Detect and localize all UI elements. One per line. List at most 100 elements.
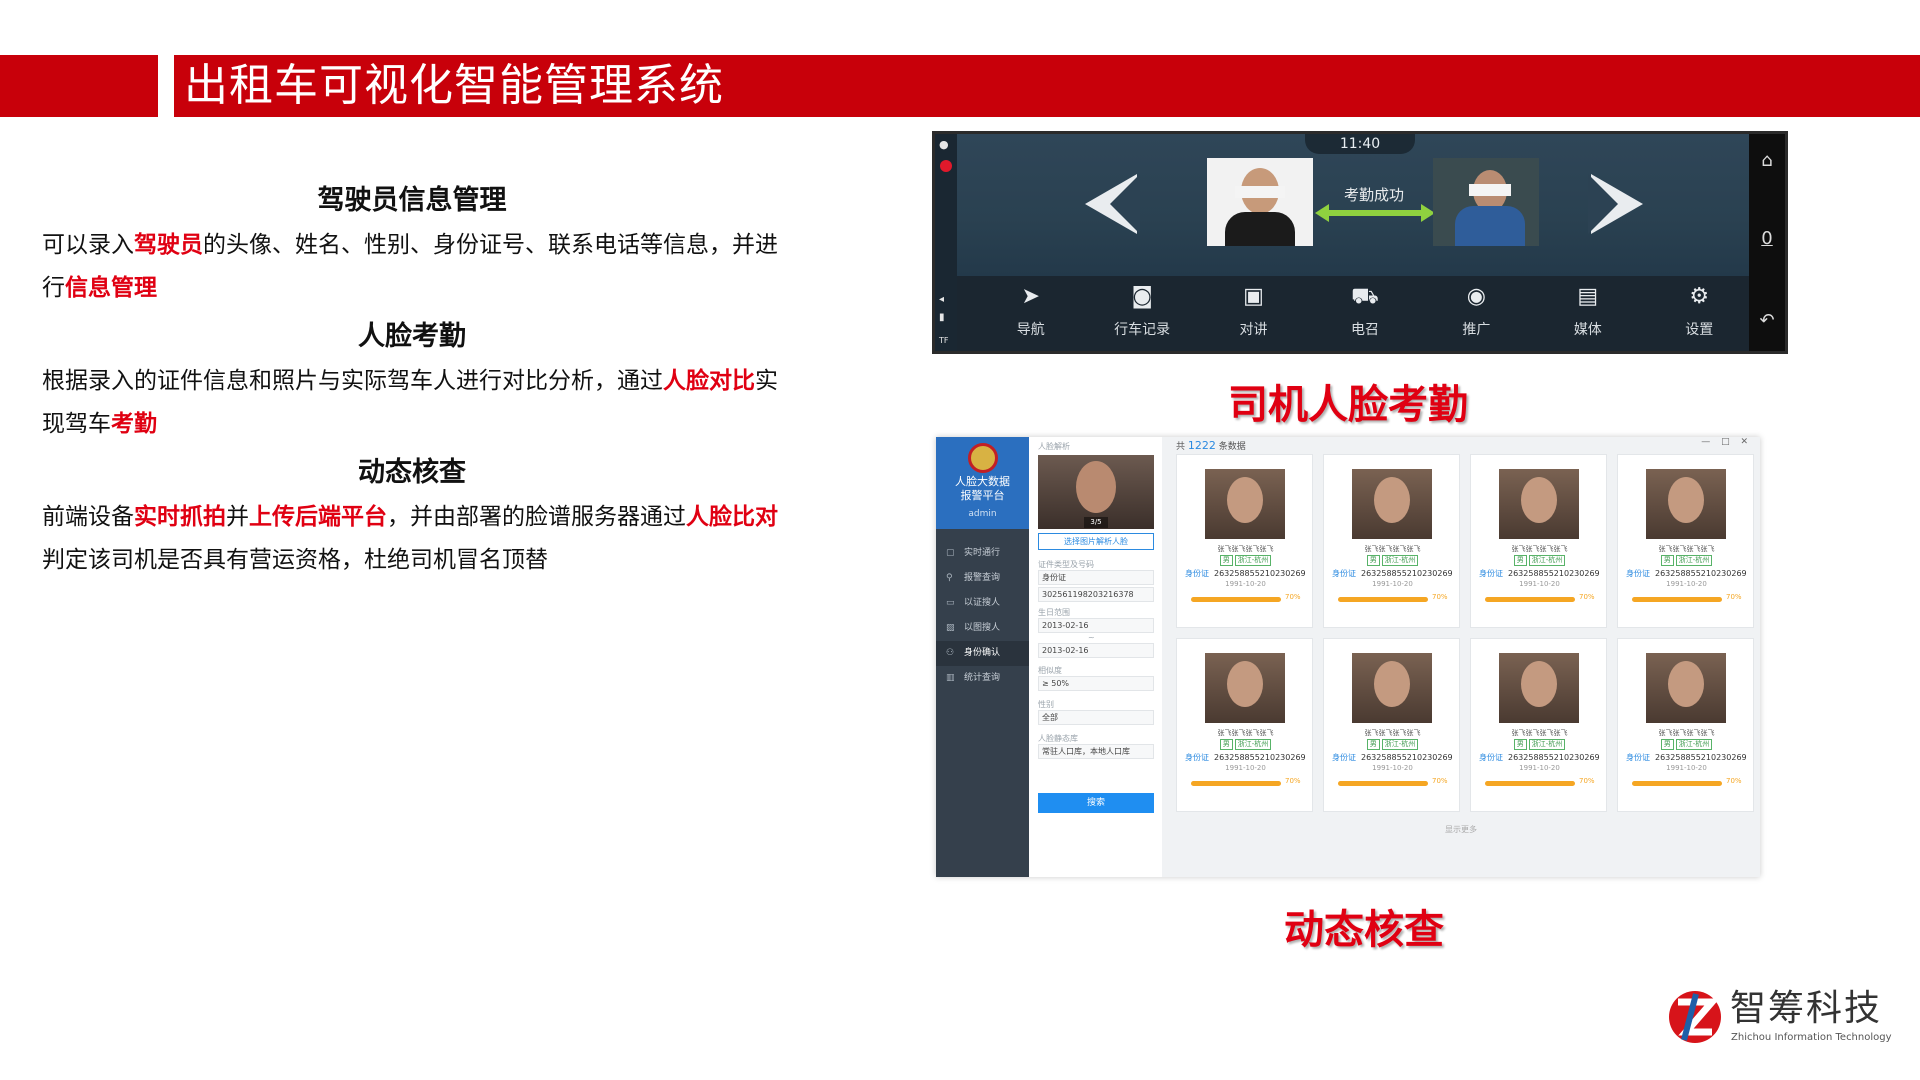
show-more-link[interactable]: 显示更多 — [1162, 824, 1760, 835]
sidebar-item-realtime[interactable]: ▢ 实时通行 — [936, 541, 1029, 566]
similarity-bar — [1338, 781, 1428, 786]
region-tag: 浙江-杭州 — [1381, 739, 1419, 750]
result-card[interactable]: 张飞张飞张飞张飞男浙江-杭州 身份证 263258855210230269 1991-… — [1617, 638, 1754, 812]
privacy-mask — [1469, 184, 1511, 196]
result-card[interactable]: 张飞张飞张飞张飞男浙江-杭州 身份证 263258855210230269 1991-… — [1176, 454, 1313, 628]
result-count: 共 1222 条数据 — [1176, 439, 1246, 452]
result-id: 身份证 263258855210230269 — [1185, 568, 1310, 579]
result-card[interactable]: 张飞张飞张飞张飞男浙江-杭州 身份证 263258855210230269 1991-… — [1470, 638, 1607, 812]
results-panel: 共 1222 条数据 — □ ✕ 张飞张飞张飞张飞男浙江-杭州 身份证 263258… — [1162, 437, 1760, 877]
menu-item-media[interactable]: ▤ 媒体 — [1532, 280, 1643, 351]
window-controls[interactable]: — □ ✕ — [1701, 437, 1752, 447]
highlight-text: 驾驶员 — [134, 232, 203, 258]
result-name: 张飞张飞张飞张飞 — [1217, 729, 1274, 737]
result-name: 张飞张飞张飞张飞 — [1658, 545, 1715, 553]
gender-tag: 男 — [1513, 739, 1527, 750]
company-logo: 智筹科技 Zhichou Information Technology — [1666, 986, 1896, 1056]
result-name: 张飞张飞张飞张飞 — [1217, 545, 1274, 553]
result-face-photo — [1205, 653, 1285, 723]
result-card[interactable]: 张飞张飞张飞张飞男浙江-杭州 身份证 263258855210230269 1991-… — [1470, 454, 1607, 628]
result-birthdate: 1991-10-20 — [1519, 580, 1560, 588]
date-from-input[interactable]: 2013-02-16 — [1038, 618, 1154, 633]
sidebar-item-identity-confirm[interactable]: ⚇ 身份确认 — [936, 641, 1029, 666]
registered-driver-photo — [1207, 158, 1313, 246]
menu-label: 导航 — [1016, 322, 1045, 338]
caption-dynamic-check: 动态核查 — [1284, 907, 1444, 953]
car-status-bar: ● ◂ ▮ TF — [935, 134, 957, 351]
text-run: 前端设备 — [42, 504, 134, 530]
count-prefix: 共 — [1176, 442, 1186, 452]
recording-dot-icon — [940, 160, 952, 172]
media-icon: ▤ — [1577, 284, 1599, 309]
sidebar-item-statistics[interactable]: ▥ 统计查询 — [936, 666, 1029, 691]
menu-item-promotion[interactable]: ◉ 推广 — [1421, 280, 1532, 351]
menu-item-intercom[interactable]: ▣ 对讲 — [1198, 280, 1309, 351]
text-run: 判定该司机是否具有营运资格，杜绝司机冒名顶替 — [42, 547, 548, 573]
result-card[interactable]: 张飞张飞张飞张飞男浙江-杭州 身份证 263258855210230269 1991-… — [1176, 638, 1313, 812]
similarity-input[interactable]: ≥ 50% — [1038, 676, 1154, 691]
gender-select[interactable]: 全部 — [1038, 710, 1154, 725]
sidebar-item-alarm-query[interactable]: ⚲ 报警查询 — [936, 566, 1029, 591]
nav-label: 报警查询 — [964, 573, 1001, 583]
menu-label: 电召 — [1350, 322, 1379, 338]
region-tag: 浙江-杭州 — [1381, 555, 1419, 566]
similarity-bar — [1191, 597, 1281, 602]
menu-item-dashcam[interactable]: ◙ 行车记录 — [1086, 280, 1197, 351]
result-birthdate: 1991-10-20 — [1372, 764, 1413, 772]
search-icon: ⚲ — [946, 573, 953, 583]
region-tag: 浙江-杭州 — [1528, 555, 1566, 566]
result-birthdate: 1991-10-20 — [1519, 764, 1560, 772]
app-name: 人脸大数据 报警平台 — [936, 475, 1029, 503]
face-shape — [1521, 477, 1557, 523]
menu-item-navigation[interactable]: ➤ 导航 — [975, 280, 1086, 351]
result-card[interactable]: 张飞张飞张飞张飞男浙江-杭州 身份证 263258855210230269 1991-… — [1617, 454, 1754, 628]
date-separator: ~ — [1088, 633, 1095, 642]
face-db-select[interactable]: 常驻人口库，本地人口库 — [1038, 744, 1154, 759]
face-shape — [1521, 661, 1557, 707]
count-suffix: 条数据 — [1218, 442, 1246, 452]
search-button[interactable]: 搜索 — [1038, 793, 1154, 813]
home-icon[interactable]: ⌂ — [1757, 150, 1777, 171]
result-id: 身份证 263258855210230269 — [1185, 752, 1310, 763]
highlight-text: 上传后端平台 — [249, 504, 387, 530]
result-name: 张飞张飞张飞张飞 — [1364, 545, 1421, 553]
id-number-input[interactable]: 302561198203216378 — [1038, 587, 1154, 602]
comparison-arrow-left-head — [1315, 204, 1329, 222]
sidebar-item-search-by-image[interactable]: ▨ 以图搜人 — [936, 616, 1029, 641]
location-pin-icon: ● — [939, 138, 949, 151]
navigation-icon: ➤ — [1021, 284, 1040, 309]
clock-time: 11:40 — [1339, 136, 1381, 152]
sidebar-item-search-by-id[interactable]: ▭ 以证搜人 — [936, 591, 1029, 616]
face-shape — [1227, 477, 1263, 523]
taxi-call-icon: ⛟ — [1351, 284, 1379, 309]
identity-confirm-icon: ⚇ — [946, 648, 955, 658]
select-image-button[interactable]: 选择图片解析人脸 — [1038, 533, 1154, 550]
result-card[interactable]: 张飞张飞张飞张飞男浙江-杭州 身份证 263258855210230269 1991-… — [1323, 638, 1460, 812]
id-type-label: 身份证 — [1479, 569, 1503, 578]
face-shape — [1668, 477, 1704, 523]
zero-icon[interactable]: 0 — [1757, 228, 1777, 249]
user-name[interactable]: admin — [936, 509, 1029, 519]
date-to-input[interactable]: 2013-02-16 — [1038, 643, 1154, 658]
menu-item-taxi-call[interactable]: ⛟ 电召 — [1309, 280, 1420, 351]
region-tag: 浙江-杭州 — [1675, 555, 1713, 566]
company-name-en: Zhichou Information Technology — [1731, 1032, 1892, 1043]
result-card[interactable]: 张飞张飞张飞张飞男浙江-杭州 身份证 263258855210230269 1991-… — [1323, 454, 1460, 628]
face-shape — [1668, 661, 1704, 707]
face-parse-label: 人脸解析 — [1038, 442, 1070, 451]
menu-item-settings[interactable]: ⚙ 设置 — [1644, 280, 1755, 351]
id-type-label: 身份证 — [1626, 753, 1650, 762]
birth-range-label: 生日范围 — [1038, 608, 1070, 617]
section-text-dynamic-check: 前端设备实时抓拍并上传后端平台，并由部署的脸谱服务器通过人脸比对判定该司机是否具… — [42, 496, 782, 582]
region-tag: 浙江-杭州 — [1528, 739, 1566, 750]
result-face-photo — [1646, 653, 1726, 723]
result-tags: 男浙江-杭州 — [1177, 739, 1314, 750]
back-icon[interactable]: ↶ — [1757, 310, 1777, 331]
nav-label: 以图搜人 — [964, 623, 1001, 633]
gender-tag: 男 — [1366, 739, 1380, 750]
volume-icon[interactable]: ◂ — [939, 294, 944, 305]
id-type-select[interactable]: 身份证 — [1038, 570, 1154, 585]
uploaded-face-photo[interactable]: 3/5 — [1038, 455, 1154, 529]
result-tags: 男浙江-杭州 — [1618, 739, 1755, 750]
result-name: 张飞张飞张飞张飞 — [1511, 729, 1568, 737]
